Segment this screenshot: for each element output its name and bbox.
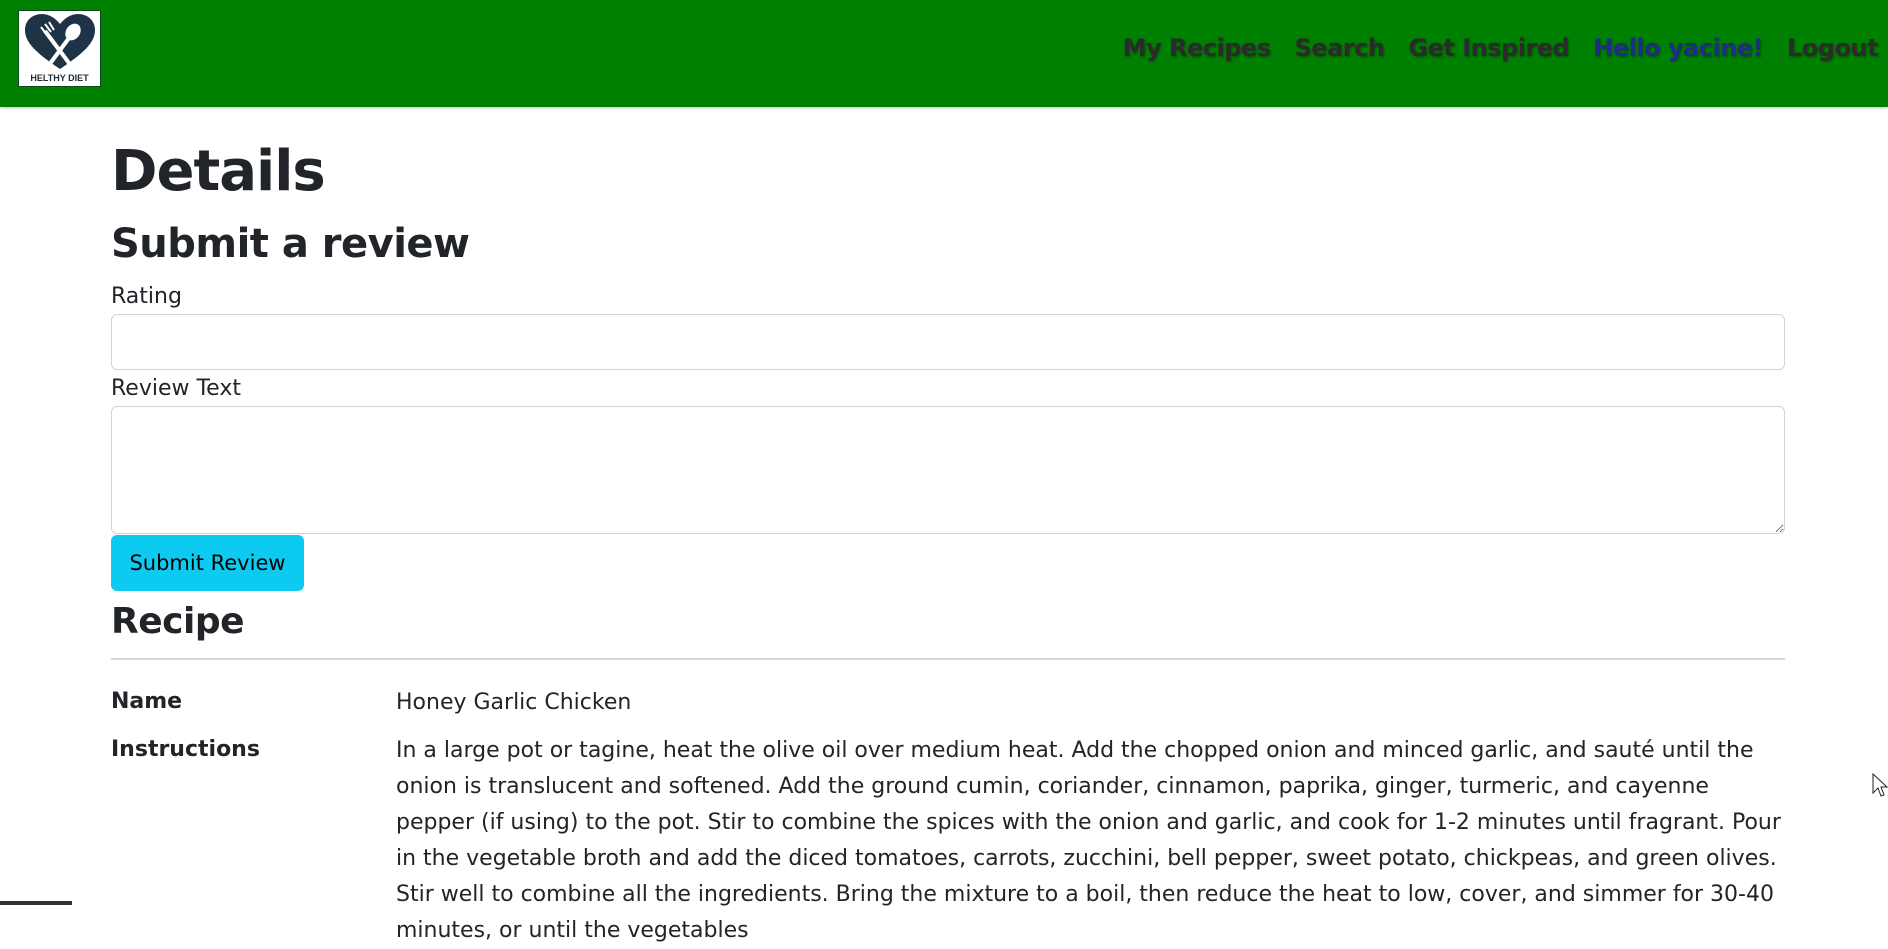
recipe-instructions-value: In a large pot or tagine, heat the olive…: [396, 738, 1781, 943]
logo-text: HELTHY DIET: [30, 73, 89, 83]
review-text-input[interactable]: [111, 406, 1785, 534]
submit-review-button[interactable]: Submit Review: [111, 535, 304, 591]
review-text-label: Review Text: [111, 376, 241, 401]
bottom-edge-bar: [0, 901, 72, 905]
recipe-instructions-label: Instructions: [111, 737, 260, 762]
recipe-heading: Recipe: [111, 601, 245, 642]
nav-search[interactable]: Search: [1295, 34, 1385, 62]
heart-cutlery-icon: [25, 14, 95, 69]
main-content: Details Submit a review Rating Review Te…: [111, 136, 1785, 943]
divider: [111, 658, 1785, 660]
review-heading: Submit a review: [111, 221, 470, 267]
recipe-name-value: Honey Garlic Chicken: [396, 690, 632, 715]
mouse-cursor-icon: [1872, 773, 1888, 797]
nav-get-inspired[interactable]: Get Inspired: [1408, 34, 1569, 62]
rating-input[interactable]: [111, 314, 1785, 370]
nav-logout[interactable]: Logout: [1787, 34, 1879, 62]
recipe-name-label: Name: [111, 689, 183, 714]
page-title: Details: [111, 139, 326, 204]
top-navbar: HELTHY DIET My Recipes Search Get Inspir…: [0, 0, 1888, 107]
logo[interactable]: HELTHY DIET: [18, 10, 101, 87]
nav-links: My Recipes Search Get Inspired Hello yac…: [1123, 34, 1879, 62]
nav-hello-user[interactable]: Hello yacine!: [1593, 34, 1763, 62]
nav-my-recipes[interactable]: My Recipes: [1123, 34, 1271, 62]
rating-label: Rating: [111, 284, 182, 309]
